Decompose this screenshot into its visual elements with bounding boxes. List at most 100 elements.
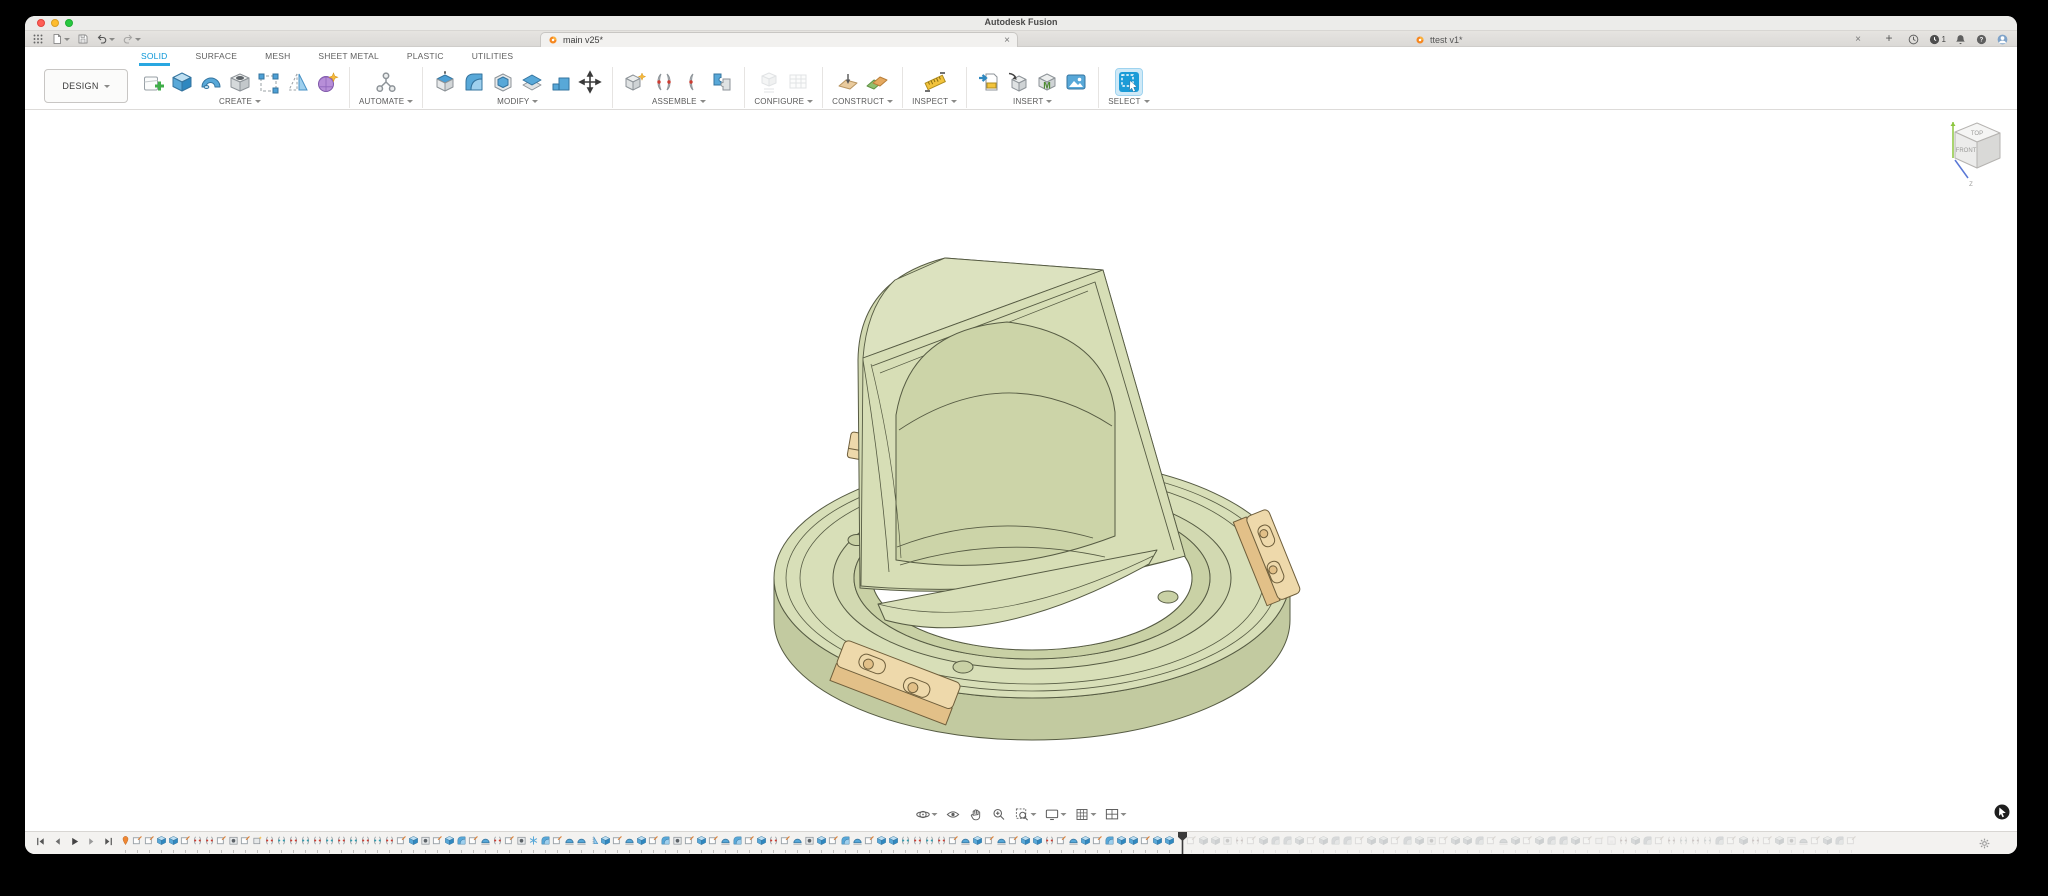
viewport-cursor-badge[interactable] (1993, 803, 2011, 821)
timeline-feature-extrude[interactable] (696, 835, 707, 850)
timeline-feature-sketch[interactable] (240, 835, 251, 850)
ribbon-group-label[interactable]: CREATE (219, 97, 252, 106)
offset-face-button[interactable] (519, 69, 545, 95)
timeline-feature-extrude[interactable] (636, 835, 647, 850)
timeline-feature-extrude[interactable] (1032, 835, 1043, 850)
timeline-feature-sketch[interactable] (984, 835, 995, 850)
application-grid-button[interactable] (32, 33, 44, 45)
timeline-feature-sketch[interactable] (1140, 835, 1151, 850)
redo-button[interactable] (122, 33, 141, 45)
suppressed-timeline-feature-sketch[interactable] (1438, 835, 1449, 850)
timeline-feature-sketch[interactable] (132, 835, 143, 850)
timeline-feature-joint[interactable] (768, 835, 779, 850)
suppressed-timeline-feature-joint[interactable] (1234, 835, 1245, 850)
timeline-feature-sketch[interactable] (708, 835, 719, 850)
cad-model[interactable] (25, 110, 2017, 831)
suppressed-timeline-feature-joint2[interactable] (1702, 835, 1713, 850)
alerts-icon[interactable] (1954, 33, 1967, 46)
new-tab-button[interactable]: + (1881, 31, 1897, 47)
suppressed-timeline-feature-extrude[interactable] (1822, 835, 1833, 850)
timeline-feature-extrude[interactable] (876, 835, 887, 850)
ribbon-group-label[interactable]: MODIFY (497, 97, 529, 106)
timeline-feature-joint2[interactable] (276, 835, 287, 850)
ribbon-tab-surface[interactable]: SURFACE (194, 49, 240, 66)
suppressed-timeline-feature-extrude[interactable] (1294, 835, 1305, 850)
ribbon-group-label[interactable]: INSERT (1013, 97, 1043, 106)
ribbon-group-label[interactable]: ASSEMBLE (652, 97, 697, 106)
insert-svg-button[interactable] (976, 69, 1002, 95)
design-timeline[interactable] (25, 831, 2017, 854)
timeline-feature-hole[interactable] (804, 835, 815, 850)
timeline-feature-extrude[interactable] (756, 835, 767, 850)
timeline-feature-joint[interactable] (204, 835, 215, 850)
timeline-feature-hole[interactable] (420, 835, 431, 850)
timeline-feature-sketch[interactable] (780, 835, 791, 850)
suppressed-timeline-feature-sketch[interactable] (1486, 835, 1497, 850)
suppressed-timeline-feature-extrude[interactable] (1534, 835, 1545, 850)
suppressed-timeline-feature-fillet[interactable] (1402, 835, 1413, 850)
close-tab-icon[interactable]: × (1855, 35, 1861, 44)
timeline-feature-joint2[interactable] (300, 835, 311, 850)
timeline-feature-revolve[interactable] (960, 835, 971, 850)
timeline-feature-extrude[interactable] (972, 835, 983, 850)
pan-button[interactable] (968, 806, 985, 823)
viewports-button[interactable] (1104, 806, 1128, 823)
suppressed-timeline-feature-joint[interactable] (1618, 835, 1629, 850)
timeline-feature-extrude[interactable] (816, 835, 827, 850)
timeline-feature-joint[interactable] (264, 835, 275, 850)
timeline-feature-joint[interactable] (1044, 835, 1055, 850)
combine-button[interactable] (548, 69, 574, 95)
timeline-feature-joint[interactable] (492, 835, 503, 850)
document-tab-inactive[interactable]: ttest v1* × (1408, 32, 1868, 47)
fit-button[interactable] (1014, 806, 1038, 823)
profile-icon[interactable] (1996, 33, 2009, 46)
timeline-feature-revolve[interactable] (564, 835, 575, 850)
timeline-feature-joint[interactable] (312, 835, 323, 850)
workspace-switcher-button[interactable]: DESIGN (44, 69, 128, 103)
select-button[interactable] (1116, 69, 1142, 95)
timeline-feature-fillet[interactable] (840, 835, 851, 850)
timeline-feature-extrude[interactable] (1164, 835, 1175, 850)
sweep-button[interactable] (198, 69, 224, 95)
timeline-feature-revolve[interactable] (852, 835, 863, 850)
timeline-feature-joint2[interactable] (372, 835, 383, 850)
suppressed-timeline-feature-fillet[interactable] (1558, 835, 1569, 850)
timeline-feature-joint[interactable] (912, 835, 923, 850)
suppressed-timeline-feature-fillet[interactable] (1270, 835, 1281, 850)
timeline-feature-revolve[interactable] (996, 835, 1007, 850)
suppressed-timeline-feature-sketch[interactable] (1726, 835, 1737, 850)
ribbon-group-label[interactable]: INSPECT (912, 97, 948, 106)
suppressed-timeline-feature-extrude[interactable] (1774, 835, 1785, 850)
look-at-button[interactable] (945, 806, 962, 823)
suppressed-timeline-feature-joint[interactable] (1750, 835, 1761, 850)
suppressed-timeline-feature-revolve[interactable] (1798, 835, 1809, 850)
timeline-feature-joint[interactable] (360, 835, 371, 850)
timeline-feature-fillet[interactable] (456, 835, 467, 850)
suppressed-timeline-feature-extrude[interactable] (1366, 835, 1377, 850)
timeline-feature-revolve[interactable] (1068, 835, 1079, 850)
suppressed-timeline-feature-extrude[interactable] (1378, 835, 1389, 850)
suppressed-timeline-feature-fillet[interactable] (1342, 835, 1353, 850)
suppressed-timeline-feature-save[interactable] (1606, 835, 1617, 850)
file-button[interactable] (51, 33, 70, 45)
timeline-feature-sketch[interactable] (828, 835, 839, 850)
suppressed-timeline-feature-fillet[interactable] (1546, 835, 1557, 850)
timeline-feature-extrude[interactable] (444, 835, 455, 850)
suppressed-timeline-feature-extrude[interactable] (1450, 835, 1461, 850)
timeline-feature-fillet[interactable] (732, 835, 743, 850)
new-component-button[interactable] (622, 69, 648, 95)
view-cube[interactable]: TOP FRONT Z (1943, 116, 2007, 192)
suppressed-timeline-feature-hole[interactable] (1786, 835, 1797, 850)
pattern-button[interactable] (256, 69, 282, 95)
suppressed-timeline-feature-hole[interactable] (1222, 835, 1233, 850)
ribbon-group-label[interactable]: CONSTRUCT (832, 97, 884, 106)
rigid-group-button[interactable] (709, 69, 735, 95)
timeline-feature-joint[interactable] (336, 835, 347, 850)
timeline-feature-sketch[interactable] (1056, 835, 1067, 850)
canvas-button[interactable] (1063, 69, 1089, 95)
timeline-feature-sketch[interactable] (552, 835, 563, 850)
suppressed-timeline-feature-sketch[interactable] (1390, 835, 1401, 850)
hole-button[interactable] (227, 69, 253, 95)
timeline-feature-joint2[interactable] (924, 835, 935, 850)
timeline-feature-extrude[interactable] (1080, 835, 1091, 850)
